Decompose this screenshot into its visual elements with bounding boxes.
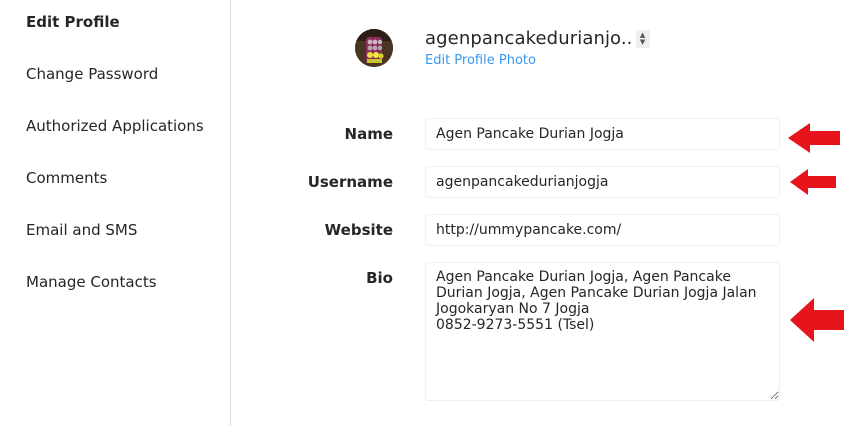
sidebar-item-email-and-sms[interactable]: Email and SMS: [26, 221, 137, 239]
up-down-chevron-icon[interactable]: ▲ ▼: [635, 29, 650, 48]
name-label: Name: [344, 125, 393, 143]
username-label: Username: [307, 173, 393, 191]
red-arrow-left-icon: [790, 169, 836, 195]
red-arrow-left-icon: [788, 123, 840, 153]
avatar[interactable]: [355, 29, 393, 67]
profile-username: agenpancakedurianjo..: [425, 28, 633, 49]
sidebar-item-authorized-applications[interactable]: Authorized Applications: [26, 117, 204, 135]
bio-label: Bio: [366, 269, 393, 287]
edit-profile-panel: agenpancakedurianjo.. ▲ ▼ Edit Profile Ph…: [232, 0, 858, 426]
website-label: Website: [324, 221, 393, 239]
red-arrow-left-icon: [790, 298, 844, 342]
avatar-image: [355, 29, 393, 67]
sidebar-item-edit-profile[interactable]: Edit Profile: [26, 13, 120, 31]
settings-sidebar: Edit Profile Change Password Authorized …: [0, 0, 231, 426]
bio-textarea[interactable]: Agen Pancake Durian Jogja, Agen Pancake …: [425, 262, 780, 401]
edit-profile-photo-link[interactable]: Edit Profile Photo: [425, 53, 536, 68]
profile-username-row: agenpancakedurianjo.. ▲ ▼: [425, 28, 650, 49]
website-input[interactable]: [425, 214, 780, 246]
sidebar-item-manage-contacts[interactable]: Manage Contacts: [26, 273, 157, 291]
username-input[interactable]: [425, 166, 780, 198]
sidebar-item-change-password[interactable]: Change Password: [26, 65, 158, 83]
sidebar-item-comments[interactable]: Comments: [26, 169, 107, 187]
name-input[interactable]: [425, 118, 780, 150]
